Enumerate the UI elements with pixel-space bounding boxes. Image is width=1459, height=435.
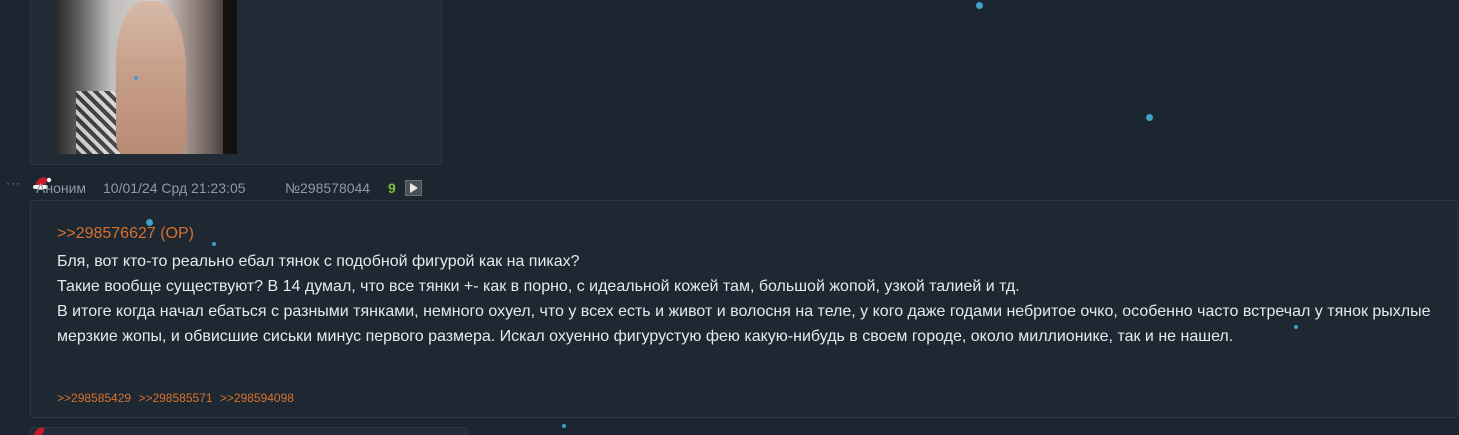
previous-post [30, 0, 442, 165]
reply-link[interactable]: >>298594098 [220, 391, 294, 405]
snowflake-icon [212, 242, 216, 246]
play-button[interactable] [405, 180, 422, 196]
next-post [30, 427, 468, 435]
post-author: Аноним [36, 180, 87, 196]
post-line: Такие вообще существуют? В 14 думал, что… [57, 278, 1020, 295]
post-date: 10/01/24 Срд 21:23:05 [103, 180, 246, 196]
snowflake-icon [1146, 114, 1153, 121]
post-reply-count: 9 [388, 180, 396, 196]
thread-page: ··· Аноним 10/01/24 Срд 21:23:05 №298578… [0, 0, 1459, 435]
snowflake-icon [1294, 325, 1298, 329]
op-reply-link[interactable]: >>298576627 (OP) [57, 225, 194, 243]
reply-link[interactable]: >>298585429 [57, 391, 131, 405]
post-number-link[interactable]: №298578044 [285, 180, 370, 196]
post-replies: >>298585429 >>298585571 >>298594098 [57, 391, 298, 405]
dots-menu-icon[interactable]: ··· [6, 176, 21, 190]
snowflake-icon [134, 76, 138, 80]
post-line: В итоге когда начал ебаться с разными тя… [57, 303, 1431, 345]
thumbnail-figure [116, 1, 186, 154]
thumbnail-mirror-frame [223, 0, 237, 154]
post-line: Бля, вот кто-то реально ебал тянок с под… [57, 253, 580, 270]
play-icon [410, 183, 418, 193]
post-image-thumbnail[interactable] [56, 0, 237, 154]
post-header: ··· Аноним 10/01/24 Срд 21:23:05 №298578… [0, 174, 600, 200]
post-body: >>298576627 (OP) Бля, вот кто-то реально… [30, 200, 1458, 418]
santa-hat-icon [34, 427, 45, 435]
snowflake-icon [562, 424, 566, 428]
reply-link[interactable]: >>298585571 [138, 391, 212, 405]
snowflake-icon [146, 219, 153, 226]
snowflake-icon [976, 2, 983, 9]
post-message: Бля, вот кто-то реально ебал тянок с под… [57, 249, 1447, 349]
